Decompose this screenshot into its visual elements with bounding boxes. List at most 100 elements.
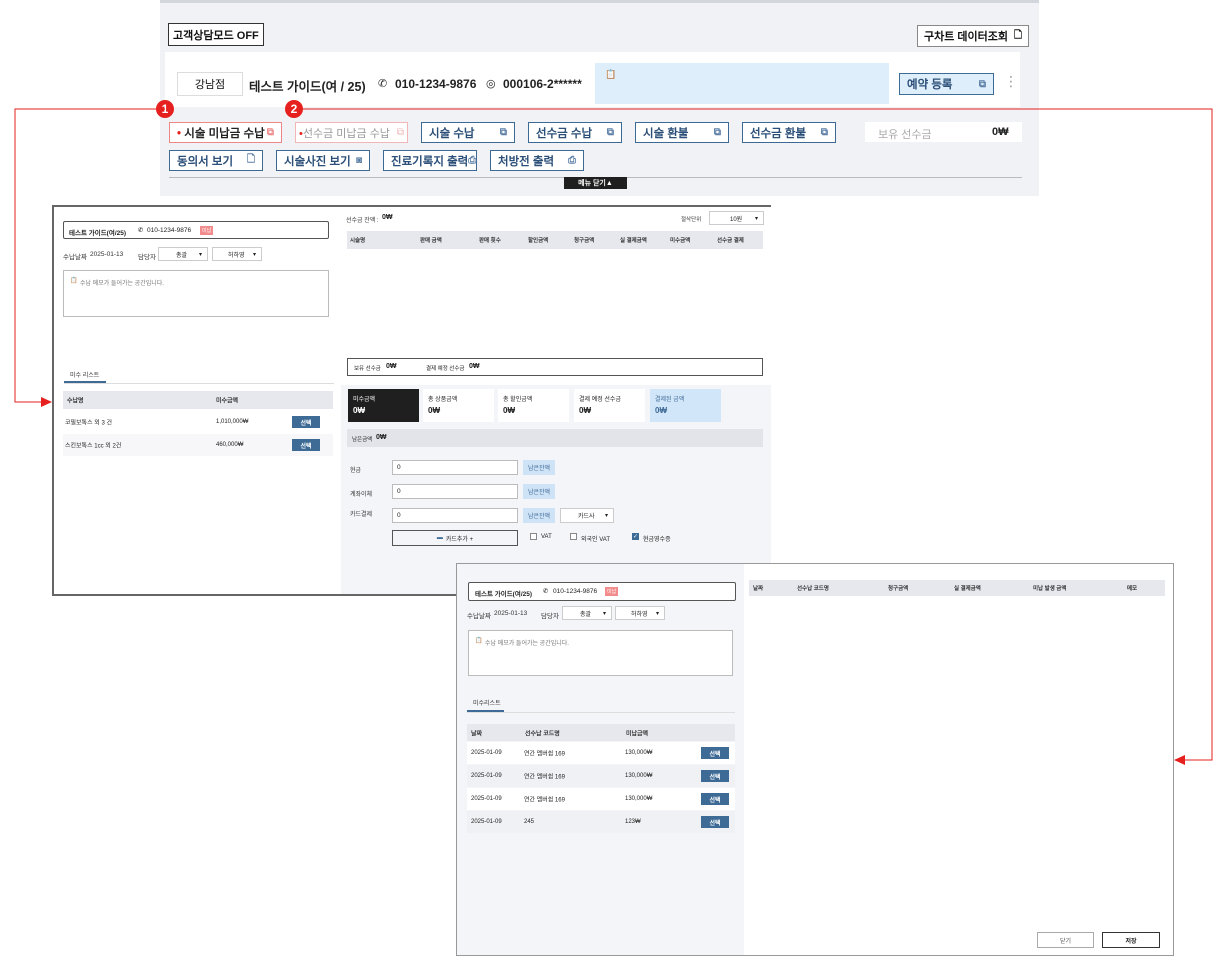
tab-divider (467, 712, 735, 713)
card-remain-button[interactable]: 남은잔액 (523, 508, 555, 523)
cash-remain-button[interactable]: 남은잔액 (523, 460, 555, 475)
sum-total-discount: 총 할인금액 0₩ (498, 389, 569, 422)
table-row: 2025-01-09 연간 멤버쉽 169 130,000₩ (467, 742, 735, 764)
manager-select-1-value: 총괄 (176, 252, 188, 259)
manager-select-2[interactable]: 허하영 ▾ (212, 247, 262, 261)
col-actual: 실 결제금액 (954, 586, 981, 592)
card-label: 카드결제 (350, 512, 373, 518)
manager-select-2-value: 허하영 (228, 252, 245, 259)
select-button[interactable]: 선택 (701, 770, 729, 782)
col-unpaid: 미납 발생 금액 (1033, 586, 1067, 592)
col-sale-count: 판매 횟수 (479, 238, 501, 244)
select-button[interactable]: 선택 (701, 747, 729, 759)
col-code: 선수납 코드명 (797, 586, 829, 592)
manager-label: 담당자 (138, 254, 156, 261)
customer-name: 테스트 가이드(여/25) (475, 591, 533, 598)
cash-receipt-label: 현금영수증 (643, 537, 671, 543)
col-actual: 실 결제금액 (620, 238, 647, 244)
card-company-value: 카드사 (578, 514, 595, 520)
row-amount: 1,010,000₩ (216, 419, 249, 425)
procedure-unpaid-modal: 테스트 가이드(여/25) ✆ 010-1234-9876 미납 수납날짜 20… (52, 205, 771, 596)
sum-unpaid-label: 미수금액 (353, 397, 376, 403)
sum-unpaid: 미수금액 0₩ (348, 389, 419, 422)
col-procedure: 시술명 (350, 238, 366, 244)
customer-phone: 010-1234-9876 (553, 588, 598, 595)
planned-value: 0₩ (469, 363, 480, 370)
customer-name: 테스트 가이드(여/25) (69, 230, 127, 237)
right-section (744, 564, 1173, 955)
manager-select-1[interactable]: 총괄 ▾ (158, 247, 208, 261)
prepaid-summary-box (347, 358, 763, 376)
close-button[interactable]: 닫기 (1037, 932, 1094, 948)
memo-icon: 📋 (475, 638, 483, 644)
sum-paid: 결제된 금액 0₩ (650, 389, 721, 422)
select-button[interactable]: 선택 (701, 793, 729, 805)
arrow-head-2 (1174, 755, 1185, 765)
table-row: 2025-01-09 연간 멤버쉽 169 130,000₩ (467, 788, 735, 810)
memo-field[interactable] (468, 630, 733, 676)
chevron-down-icon: ▾ (754, 215, 758, 222)
row-date: 2025-01-09 (471, 796, 502, 802)
row-name: 스킨보톡스 1cc 외 2건 (65, 443, 122, 450)
col-discount: 할인금액 (528, 238, 549, 244)
manager-select-1-value: 총괄 (580, 611, 592, 618)
row-code: 연간 멤버쉽 169 (524, 774, 565, 781)
row-date: 2025-01-09 (471, 773, 502, 779)
remain-value: 0₩ (376, 434, 387, 441)
date-value: 2025-01-13 (494, 610, 528, 617)
planned-label: 결제 예정 선수금 (426, 366, 465, 372)
transfer-remain-button[interactable]: 남은잔액 (523, 484, 555, 499)
table-row: 2025-01-09 245 123₩ (467, 811, 735, 833)
card-company-select[interactable]: 카드사 ▾ (560, 508, 614, 523)
add-card-button[interactable]: ▬ 카드추가 + (392, 530, 518, 546)
select-button[interactable]: 선택 (292, 439, 320, 451)
row-amount: 460,000₩ (216, 442, 244, 448)
card-icon: ▬ (436, 535, 443, 541)
col-amount: 미수금액 (216, 398, 239, 405)
unit-label: 절삭단위 (681, 217, 702, 223)
sum-total-product: 총 상품금액 0₩ (423, 389, 494, 422)
prepaid-unpaid-modal: 테스트 가이드(여/25) ✆ 010-1234-9876 미납 수납날짜 20… (456, 563, 1174, 956)
manager-select-2-value: 허하영 (631, 611, 648, 618)
vat-checkbox[interactable] (530, 533, 537, 540)
sum-planned-prepaid-value: 0₩ (579, 406, 591, 415)
select-button[interactable]: 선택 (701, 816, 729, 828)
history-table-header: 날짜 선수납 코드명 청구금액 실 결제금액 미납 발생 금액 메모 (749, 580, 1165, 596)
unpaid-table-header: 날짜 선수납 코드명 미납금액 (467, 724, 735, 741)
chevron-down-icon: ▾ (604, 513, 608, 519)
row-amount: 130,000₩ (625, 773, 653, 779)
date-label: 수납날짜 (63, 254, 87, 261)
sum-total-discount-value: 0₩ (503, 406, 515, 415)
save-button[interactable]: 저장 (1102, 932, 1160, 948)
balance-value: 0₩ (382, 214, 393, 221)
unpaid-table-header: 수납명 미수금액 (63, 391, 333, 409)
tab-unpaid-list[interactable]: 미수 리스트 (70, 370, 99, 379)
sum-paid-label: 결제된 금액 (655, 397, 685, 403)
foreign-vat-label: 외국인 VAT (581, 537, 611, 543)
row-code: 연간 멤버쉽 169 (524, 797, 565, 804)
remain-bar (347, 429, 763, 447)
select-button[interactable]: 선택 (292, 416, 320, 428)
sum-total-discount-label: 총 할인금액 (503, 397, 533, 403)
phone-icon: ✆ (138, 227, 144, 234)
foreign-vat-checkbox[interactable] (570, 533, 577, 540)
procedure-table-header: 시술명 판매 금액 판매 횟수 할인금액 청구금액 실 결제금액 미수금액 선수… (347, 231, 763, 249)
row-amount: 130,000₩ (625, 750, 653, 756)
cash-input[interactable]: 0 (392, 460, 518, 475)
manager-select-2[interactable]: 허하영 ▾ (615, 606, 665, 620)
cash-receipt-checkbox[interactable]: ✓ (632, 533, 639, 540)
unit-value: 10원 (730, 216, 743, 223)
row-code: 연간 멤버쉽 169 (524, 751, 565, 758)
manager-select-1[interactable]: 총괄 ▾ (562, 606, 612, 620)
row-amount: 123₩ (625, 819, 641, 825)
card-input[interactable]: 0 (392, 508, 518, 523)
col-unpaid: 미수금액 (670, 238, 691, 244)
unit-select[interactable]: 10원 ▾ (709, 211, 764, 225)
manager-label: 담당자 (541, 613, 559, 620)
phone-icon: ✆ (543, 588, 549, 595)
sum-total-product-value: 0₩ (428, 406, 440, 415)
tab-unpaid-list[interactable]: 미수리스트 (473, 698, 501, 707)
sum-paid-value: 0₩ (655, 406, 667, 415)
row-date: 2025-01-09 (471, 819, 502, 825)
transfer-input[interactable]: 0 (392, 484, 518, 499)
